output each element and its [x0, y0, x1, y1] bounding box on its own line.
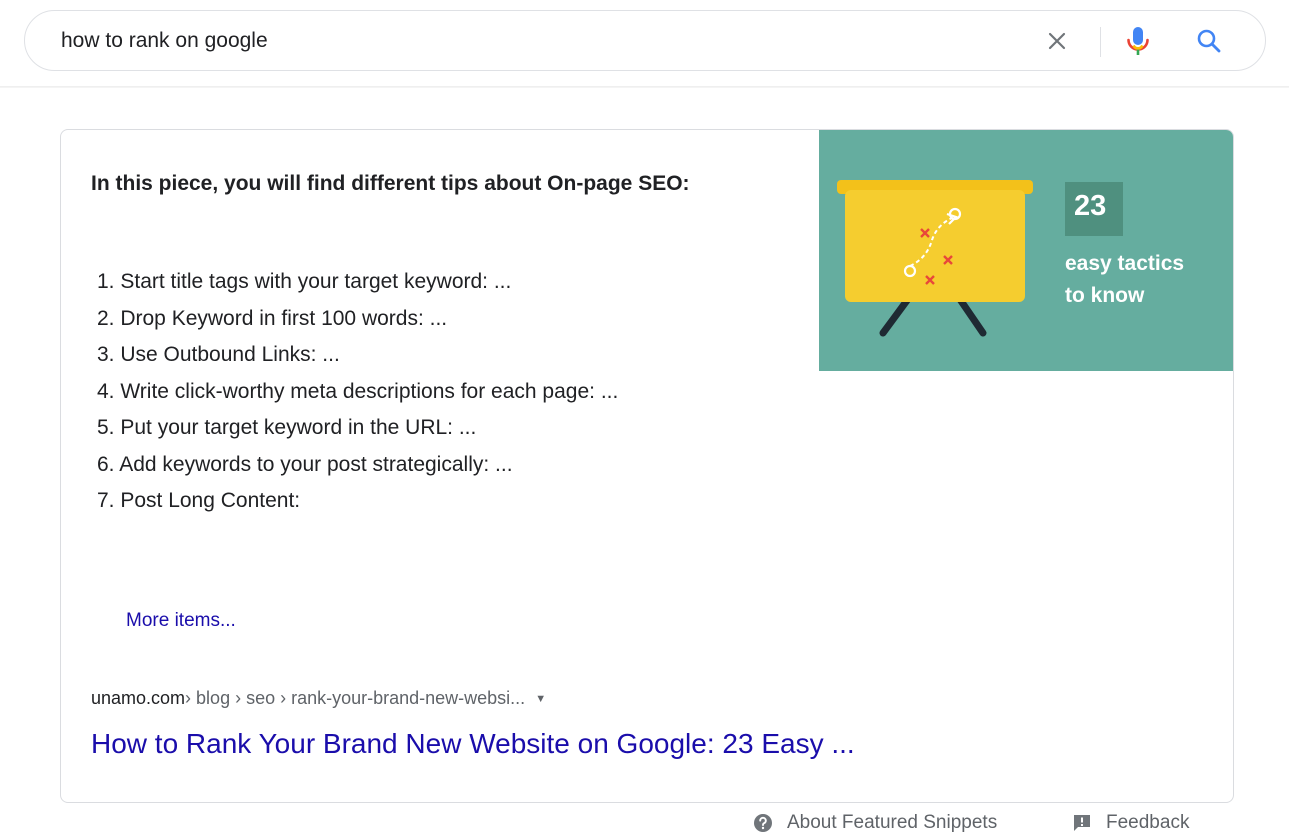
featured-snippet-card: In this piece, you will find different t…: [60, 129, 1234, 803]
header-divider: [0, 86, 1289, 88]
list-item: 6. Add keywords to your post strategical…: [97, 452, 513, 476]
clear-search-button[interactable]: [1039, 23, 1075, 59]
voice-search-button[interactable]: [1120, 23, 1156, 59]
feedback-link[interactable]: Feedback: [1072, 812, 1189, 834]
about-featured-snippets-label: About Featured Snippets: [787, 812, 998, 833]
search-button[interactable]: [1191, 23, 1227, 59]
breadcrumb-path: › blog › seo › rank-your-brand-new-websi…: [185, 688, 526, 708]
list-item: 5. Put your target keyword in the URL: .…: [97, 416, 477, 439]
help-icon: [753, 813, 773, 833]
close-icon: [1048, 32, 1066, 50]
thumbnail-number: 23: [1074, 190, 1107, 222]
feedback-icon: [1072, 813, 1092, 833]
list-item: 1. Start title tags with your target key…: [97, 270, 512, 293]
search-icon: [1197, 29, 1221, 53]
chevron-down-icon[interactable]: ▼: [535, 693, 546, 705]
list-item: 2. Drop Keyword in first 100 words: ...: [97, 306, 448, 330]
breadcrumb-domain: unamo.com: [91, 688, 186, 708]
thumbnail-caption-line1: easy tactics: [1065, 252, 1185, 275]
list-item: 4. Write click-worthy meta descriptions …: [97, 379, 619, 403]
snippet-list: 1. Start title tags with your target key…: [97, 264, 618, 520]
snippet-thumbnail[interactable]: 23 easy tactics to know: [819, 130, 1233, 371]
thumbnail-caption-line2: to know: [1065, 284, 1145, 307]
search-results-page: In this piece, you will find different t…: [0, 0, 1289, 834]
presentation-board-illustration: [837, 180, 1123, 337]
about-featured-snippets-link[interactable]: About Featured Snippets: [753, 812, 997, 834]
search-input[interactable]: [61, 25, 961, 57]
result-title-link[interactable]: How to Rank Your Brand New Website on Go…: [91, 728, 855, 760]
microphone-icon: [1127, 27, 1149, 55]
snippet-heading: In this piece, you will find different t…: [91, 172, 690, 195]
breadcrumb: unamo.com › blog › seo › rank-your-brand…: [91, 688, 546, 709]
search-bar: [24, 10, 1266, 71]
more-items-link[interactable]: More items...: [126, 610, 236, 632]
feedback-label: Feedback: [1106, 812, 1190, 833]
search-bar-divider: [1100, 27, 1101, 57]
list-item: 3. Use Outbound Links: ...: [97, 343, 340, 366]
list-item: 7. Post Long Content:: [97, 489, 301, 512]
